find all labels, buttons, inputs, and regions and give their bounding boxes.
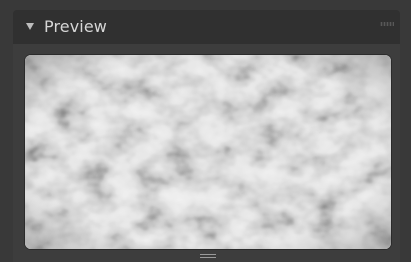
- panel-title: Preview: [44, 17, 107, 36]
- preview-panel: Preview: [13, 10, 400, 262]
- resize-handle-icon[interactable]: [200, 253, 216, 259]
- triangle-down-icon[interactable]: [26, 23, 34, 30]
- panel-body: [13, 44, 400, 262]
- panel-header[interactable]: Preview: [13, 10, 400, 44]
- texture-preview: [25, 55, 391, 249]
- noise-texture-image: [25, 55, 391, 249]
- drag-grip-icon[interactable]: [380, 22, 394, 26]
